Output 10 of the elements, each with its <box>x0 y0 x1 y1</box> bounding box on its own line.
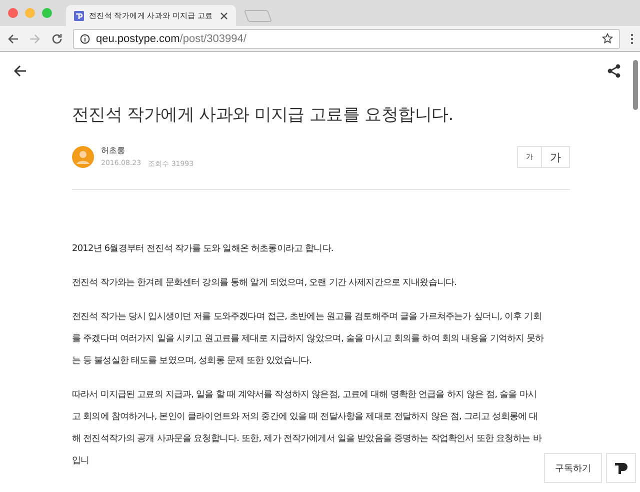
url-text: qeu.postype.com/post/303994/ <box>96 32 248 44</box>
author-name[interactable]: 허초롱 <box>101 145 510 156</box>
paragraph: 전진석 작가는 당시 입시생이던 저를 도와주겠다며 접근, 초반에는 원고를 검토해주며 글을 가르쳐주는가 싶더니, 이후 기회를 주겠다며 여러가지 일을 시키고 원고료를 제대로 지급하지 않았으며, 술을 마시고 회의를 하여 회의 내용을 기억하지 못하는 등 불성실한 태도를 보였으며, 성희롱 문제 또한 있었습니다. <box>72 311 544 368</box>
paragraph: 전진석 작가와는 한겨레 문화센터 강의를 통해 알게 되었으며, 오랜 기간 사제지간으로 지내왔습니다. <box>72 277 458 290</box>
larger-text-button[interactable]: 가 <box>542 146 570 168</box>
paragraph: 따라서 미지급된 고료의 지급과, 일을 할 때 계약서를 작성하지 않은점, 고료에 대해 명확한 언급을 하지 않은 점, 술을 마시고 회의에 참여하거나, 본인이 클라이언트와 저의 중간에 있을 때 전달사항을 제대로 전달하지 않은 점, 그리고 성희롱에 대해 전진석작가의 공개 사과문을 요청합니다. 또한, 제가 전작가에게서 일을 받았음을 증명하는 작업확인서 또한 요청하는 바입니 <box>72 389 543 468</box>
paragraph: 2012년 6월경부터 전진석 작가를 도와 일해온 허초롱이라고 합니다. <box>72 243 334 256</box>
address-bar[interactable]: qeu.postype.com/post/303994/ <box>73 28 620 48</box>
subscribe-button[interactable]: 구독하기 <box>544 453 602 483</box>
post-title: 전진석 작가에게 사과와 미지급 고료를 요청합니다. <box>72 104 454 126</box>
